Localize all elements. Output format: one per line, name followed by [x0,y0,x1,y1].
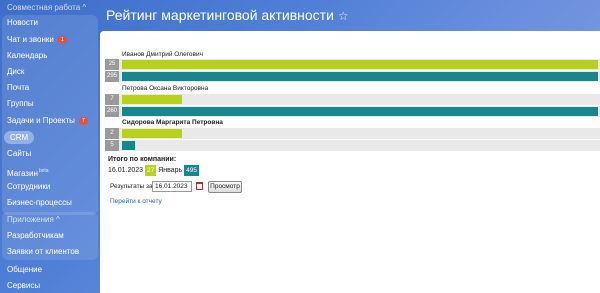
sidebar-item-label: Почта [7,83,30,92]
value-box: 295 [105,71,119,82]
sidebar-item-services[interactable]: Сервисы [4,278,98,293]
sidebar-item-label: CRM [4,131,35,144]
sidebar-item-label: Задачи и Проекты [7,116,75,125]
summary-teal-value: 495 [184,165,199,176]
summary-lime-value: 27 [145,165,157,176]
sidebar-item-client-requests[interactable]: Заявки от клиентов [4,244,98,260]
rating-row [105,140,600,151]
sidebar-item-label: Сайты [7,149,32,158]
favorite-star-icon[interactable]: ☆ [338,9,349,23]
page-title: Рейтинг маркетинговой активности ☆ [106,7,349,23]
sidebar-item-employees[interactable]: Сотрудники [4,179,98,195]
sidebar-item-sites[interactable]: Сайты [4,146,98,162]
calendar-icon[interactable] [196,182,203,190]
sidebar-item-news[interactable]: Новости [4,15,98,31]
results-for-label: Результаты за: [110,183,155,190]
left-sidebar: Совместная работа ^ Новости Чат и звонки… [0,0,100,293]
sidebar-item-label: Сотрудники [7,182,51,191]
value-box: 25 [105,59,119,70]
rating-bar [122,60,598,69]
employee-name: Петрова Оксана Викторовна [122,85,209,92]
value-box: 5 [105,140,119,151]
sidebar-item-label: Группы [7,99,34,108]
sidebar-item-crm[interactable]: CRM [4,130,98,146]
tasks-counter-badge: 7 [78,117,88,125]
sidebar-item-bizproc[interactable]: Бизнес-процессы [4,195,98,211]
summary-title: Итого по компании: [108,156,177,163]
sidebar-section-collab[interactable]: Совместная работа ^ [4,0,98,16]
sidebar-item-label: Календарь [7,51,48,60]
rating-bar [122,129,182,138]
value-box: 2 [105,128,119,139]
sidebar-item-tasks[interactable]: Задачи и Проекты 7 [4,113,98,129]
sidebar-item-label: Бизнес-процессы [7,198,72,207]
value-box: 7 [105,94,119,105]
rating-bar [122,95,182,104]
sidebar-item-label: Чат и звонки [7,35,54,44]
value-box: 260 [105,106,119,117]
sidebar-item-label: Новости [7,18,38,27]
view-button[interactable]: Просмотр [208,181,242,193]
sidebar-item-label: Разработчикам [7,231,64,240]
sidebar-section-apps[interactable]: Приложения ^ [4,212,98,228]
sidebar-item-label: Заявки от клиентов [7,247,80,256]
sidebar-item-shop[interactable]: Магазинbeta [4,163,98,179]
sidebar-item-label: Магазин [7,169,38,178]
sidebar-item-groups[interactable]: Группы [4,96,98,112]
beta-label: beta [38,168,49,174]
employee-name: Иванов Дмитрий Олегович [122,51,203,58]
rating-bar [122,107,598,116]
sidebar-item-label: Сервисы [7,281,41,290]
chat-counter-badge: 1 [57,36,67,44]
go-to-report-link[interactable]: Перейти к отчету [110,198,162,205]
sidebar-item-developers[interactable]: Разработчикам [4,228,98,244]
employee-name: Сидорова Маргарита Петровна [122,119,223,126]
rating-panel: Иванов Дмитрий Олегович 25 295 Петрова О… [100,31,600,293]
sidebar-item-chat[interactable]: Чат и звонки 1 [4,32,98,48]
summary-date: 16.01.2023 [108,167,144,174]
page-title-text: Рейтинг маркетинговой активности [106,7,334,23]
sidebar-item-mail[interactable]: Почта [4,80,98,96]
sidebar-item-communication[interactable]: Общение [4,262,98,278]
date-input[interactable] [152,181,192,192]
summary-line: 16.01.2023 27 Январь 495 [108,165,199,176]
sidebar-item-disk[interactable]: Диск [4,64,98,80]
rating-bar [122,72,598,81]
summary-month: Январь [158,167,183,174]
sidebar-item-label: Общение [7,265,43,274]
sidebar-item-calendar[interactable]: Календарь [4,48,98,64]
sidebar-item-label: Диск [7,67,25,76]
rating-bar [122,141,135,150]
